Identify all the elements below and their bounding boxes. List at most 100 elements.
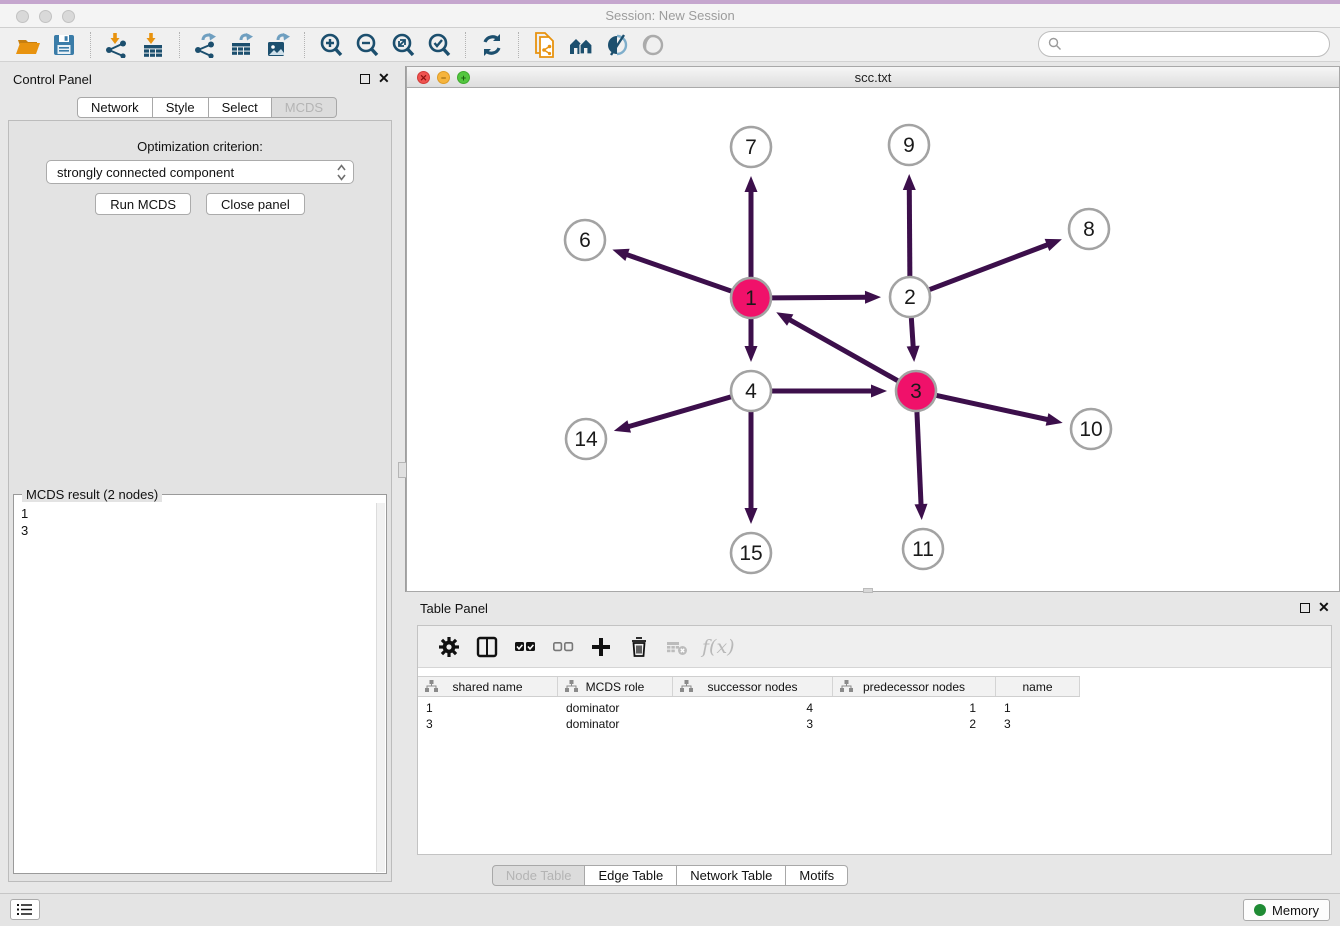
zoom-fit-icon[interactable]	[390, 32, 416, 58]
column-label: MCDS role	[586, 680, 645, 694]
run-mcds-button[interactable]: Run MCDS	[95, 193, 191, 215]
cell-mcds-role: dominator	[558, 700, 673, 716]
hide-graphics-icon[interactable]	[604, 32, 630, 58]
column-label: shared name	[452, 680, 522, 694]
close-table-panel-icon[interactable]: ✕	[1318, 599, 1330, 616]
edge-3-11[interactable]	[917, 412, 921, 506]
zoom-out-icon[interactable]	[354, 32, 380, 58]
main-titlebar: Session: New Session	[0, 4, 1340, 28]
application-window: Session: New Session	[0, 0, 1340, 926]
mcds-panel: Optimization criterion: strongly connect…	[8, 120, 392, 882]
column-header-predecessor-nodes[interactable]: predecessor nodes	[833, 677, 996, 696]
cell-shared-name: 3	[418, 716, 558, 732]
clone-network-icon[interactable]	[532, 32, 558, 58]
tab-motifs[interactable]: Motifs	[786, 865, 848, 886]
arrowhead-icon	[903, 174, 916, 190]
open-session-icon[interactable]	[15, 32, 41, 58]
cell-mcds-role: dominator	[558, 716, 673, 732]
zoom-in-icon[interactable]	[318, 32, 344, 58]
float-table-panel-icon[interactable]	[1300, 603, 1310, 613]
edge-2-3[interactable]	[911, 318, 913, 348]
edge-3-1[interactable]	[788, 319, 897, 381]
delete-table-icon[interactable]	[665, 635, 689, 659]
arrowhead-icon	[871, 385, 887, 398]
export-network-icon[interactable]	[193, 32, 219, 58]
node-label: 7	[745, 136, 757, 159]
network-window-titlebar[interactable]: ✕ − + scc.txt	[407, 67, 1339, 88]
node-label: 6	[579, 229, 591, 252]
tab-mcds[interactable]: MCDS	[272, 97, 337, 118]
network-graph[interactable]: 7968124314101511	[407, 89, 1339, 591]
column-header-successor-nodes[interactable]: successor nodes	[673, 677, 833, 696]
show-graphics-icon[interactable]	[640, 32, 666, 58]
edge-4-14[interactable]	[627, 397, 731, 427]
edge-2-8[interactable]	[930, 244, 1049, 289]
node-label: 2	[904, 286, 916, 309]
toolbar-separator	[304, 32, 305, 58]
search-field[interactable]	[1038, 31, 1330, 57]
node-label: 11	[912, 538, 934, 561]
tab-node-table[interactable]: Node Table	[492, 865, 586, 886]
edge-1-6[interactable]	[626, 254, 732, 291]
table-row[interactable]: 1 dominator 4 1 1	[418, 700, 1080, 716]
search-input[interactable]	[1062, 37, 1329, 52]
control-panel-title: Control Panel	[13, 72, 92, 87]
create-column-icon[interactable]	[589, 635, 613, 659]
toolbar-separator	[465, 32, 466, 58]
edge-3-10[interactable]	[937, 395, 1049, 419]
canvas-resize-grip[interactable]	[863, 588, 873, 593]
node-label: 8	[1083, 218, 1095, 241]
window-title: Session: New Session	[0, 8, 1340, 23]
close-panel-icon[interactable]: ✕	[378, 70, 390, 87]
table-settings-gear-icon[interactable]	[437, 635, 461, 659]
export-table-icon[interactable]	[229, 32, 255, 58]
arrowhead-icon	[745, 346, 758, 362]
edge-2-9[interactable]	[909, 188, 910, 276]
table-row[interactable]: 3 dominator 3 2 3	[418, 716, 1080, 732]
memory-button[interactable]: Memory	[1243, 899, 1330, 921]
column-visibility-icon[interactable]	[475, 635, 499, 659]
import-table-icon[interactable]	[140, 32, 166, 58]
first-neighbors-icon[interactable]	[568, 32, 594, 58]
function-builder-icon[interactable]: f(x)	[702, 636, 735, 658]
delete-column-icon[interactable]	[627, 635, 651, 659]
column-header-mcds-role[interactable]: MCDS role	[558, 677, 673, 696]
arrowhead-icon	[907, 346, 920, 362]
deselect-all-icon[interactable]	[551, 635, 575, 659]
node-label: 9	[903, 134, 915, 157]
tab-network[interactable]: Network	[77, 97, 153, 118]
node-label: 14	[574, 428, 598, 451]
tab-network-table[interactable]: Network Table	[677, 865, 786, 886]
float-panel-icon[interactable]	[360, 74, 370, 84]
close-panel-button[interactable]: Close panel	[206, 193, 305, 215]
zoom-selected-icon[interactable]	[426, 32, 452, 58]
toolbar-separator	[179, 32, 180, 58]
task-history-button[interactable]	[10, 899, 40, 920]
optimization-criterion-label: Optimization criterion:	[9, 139, 391, 154]
network-canvas[interactable]: 7968124314101511	[407, 89, 1339, 591]
tab-style[interactable]: Style	[153, 97, 209, 118]
result-scrollbar[interactable]	[376, 503, 385, 872]
arrowhead-icon	[1046, 413, 1063, 426]
cell-shared-name: 1	[418, 700, 558, 716]
column-header-name[interactable]: name	[996, 677, 1080, 696]
criterion-dropdown[interactable]: strongly connected component	[46, 160, 354, 184]
table-panel-title: Table Panel	[420, 601, 488, 616]
mcds-result-list[interactable]: 1 3	[15, 503, 376, 872]
cell-name: 3	[996, 716, 1080, 732]
save-session-icon[interactable]	[51, 32, 77, 58]
refresh-icon[interactable]	[479, 32, 505, 58]
select-all-icon[interactable]	[513, 635, 537, 659]
export-image-icon[interactable]	[265, 32, 291, 58]
tab-edge-table[interactable]: Edge Table	[585, 865, 677, 886]
node-label: 3	[910, 380, 922, 403]
tab-select[interactable]: Select	[209, 97, 272, 118]
network-view-window: ✕ − + scc.txt 7968124314101511	[406, 66, 1340, 592]
edge-1-2[interactable]	[772, 297, 867, 298]
column-header-shared-name[interactable]: shared name	[418, 677, 558, 696]
memory-status-icon	[1254, 904, 1266, 916]
import-network-icon[interactable]	[104, 32, 130, 58]
cell-name: 1	[996, 700, 1080, 716]
column-label: name	[1022, 680, 1052, 694]
table-header-row: shared name MCDS role successor nodes pr…	[418, 676, 1080, 697]
